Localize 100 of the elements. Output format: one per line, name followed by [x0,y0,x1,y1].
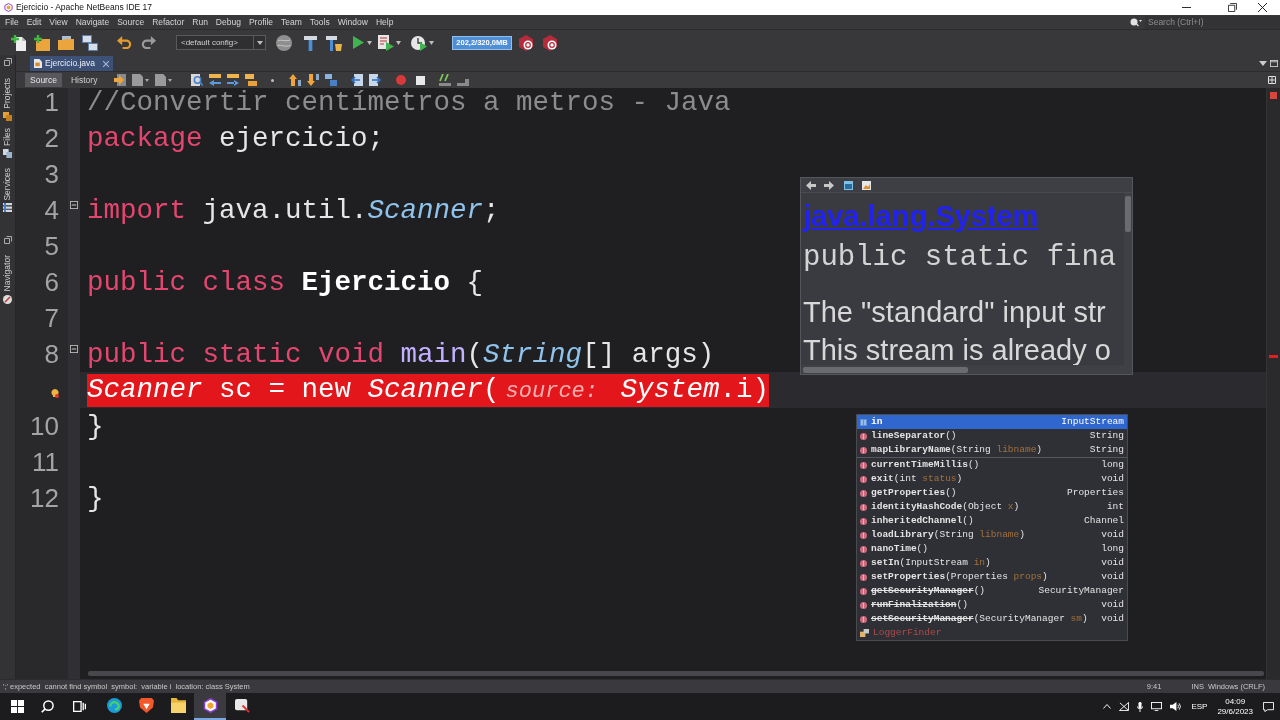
window-icon[interactable] [844,180,853,190]
search-icon[interactable] [41,700,54,713]
computers-icon[interactable] [82,34,98,51]
completion-item[interactable]: in InputStream [857,415,1127,429]
run-icon[interactable] [353,36,364,49]
undo-icon[interactable] [117,36,132,49]
caret-icon[interactable] [429,40,434,45]
slashed-triangle-icon[interactable] [1119,702,1130,711]
menu-item[interactable]: Profile [244,17,277,27]
close-icon[interactable] [1258,3,1267,12]
arrow-left-icon[interactable] [806,180,816,190]
search-icon[interactable] [191,74,204,86]
picture-icon[interactable] [862,180,871,190]
view-tab[interactable]: History [65,73,103,87]
redo-icon[interactable] [141,36,156,49]
menu-item[interactable]: Window [333,17,372,27]
task-view-icon[interactable] [73,701,86,712]
completion-item[interactable]: mapLibraryName(String libname) String [857,443,1127,457]
stop-icon[interactable] [416,75,426,85]
menu-item[interactable]: Run [188,17,212,27]
restore-window-icon[interactable] [3,236,12,245]
split-icon[interactable] [1268,76,1276,84]
caret-icon[interactable] [256,40,263,45]
restore-icon[interactable] [1228,3,1237,12]
dot-icon[interactable] [271,78,275,82]
document-icon[interactable] [132,74,144,86]
chevron-up-icon[interactable] [1103,704,1112,709]
completion-item[interactable]: nanoTime() long [857,542,1127,556]
start-icon[interactable] [11,700,24,713]
arrow-up-icon[interactable] [289,74,302,86]
configuration-dropdown[interactable]: <default config> [176,35,266,50]
search-field[interactable]: Search (Ctrl+I) [1145,15,1280,29]
arrow-right-icon[interactable] [227,74,240,86]
completion-item[interactable]: identityHashCode(Object x) int [857,500,1127,514]
maximize-icon[interactable] [1270,59,1278,67]
microphone-icon[interactable] [1137,701,1144,712]
menu-item[interactable]: Navigate [71,17,114,27]
caret-icon[interactable] [367,40,372,45]
completion-item[interactable]: inheritedChannel() Channel [857,514,1127,528]
completion-item[interactable]: currentTimeMillis() long [857,458,1127,472]
editor-tab[interactable]: Ejercicio.java [30,56,114,71]
horizontal-scrollbar[interactable] [88,670,1264,676]
menu-item[interactable]: Team [277,17,306,27]
comment-icon[interactable] [439,74,452,86]
hexagon-icon[interactable] [543,34,557,51]
side-tab[interactable]: Projects [3,78,12,121]
side-tab[interactable]: Services [3,167,12,213]
search-icon[interactable] [1130,17,1142,27]
completion-item[interactable]: setIn(InputStream in) void [857,556,1127,570]
horizontal-scrollbar[interactable] [801,365,1132,374]
menu-item[interactable]: Refactor [148,17,189,27]
arrow-right-icon[interactable] [824,180,834,190]
restore-window-icon[interactable] [3,58,12,66]
completion-item[interactable]: loadLibrary(String libname) void [857,528,1127,542]
fold-icon[interactable] [70,345,78,353]
side-tab[interactable]: Files [3,127,12,158]
folder-icon[interactable] [58,35,74,50]
completion-item[interactable]: runFinalization() void [857,598,1127,612]
menu-item[interactable]: Source [113,17,149,27]
taskbar-button[interactable] [194,693,226,720]
hammer-broom-icon[interactable] [326,34,342,51]
monitor-icon[interactable] [1151,702,1163,711]
hexagon-icon[interactable] [519,34,533,51]
globe-icon[interactable] [276,34,292,51]
document-icon[interactable] [155,74,167,86]
chat-icon[interactable] [1263,701,1274,712]
dropdown-icon[interactable] [1259,60,1267,66]
menu-item[interactable]: Debug [211,17,245,27]
outdent-icon[interactable] [351,74,364,86]
new-file-icon[interactable] [11,34,27,51]
highlight-icon[interactable] [245,74,258,86]
completion-item[interactable]: lineSeparator() String [857,429,1127,443]
debug-icon[interactable] [378,34,394,51]
completion-item[interactable]: exit(int status) void [857,472,1127,486]
blocks-icon[interactable] [325,74,338,86]
completion-item[interactable]: setProperties(Properties props) void [857,570,1127,584]
view-tab[interactable]: Source [25,73,62,87]
record-icon[interactable] [396,75,407,85]
side-tab[interactable]: Navigator [3,255,12,304]
caret-icon[interactable] [145,78,150,82]
caret-icon[interactable] [168,78,173,82]
menu-item[interactable]: File [1,17,23,27]
document-arrow-icon[interactable] [114,74,127,86]
menu-item[interactable]: View [45,17,72,27]
speaker-icon[interactable] [1170,702,1182,711]
completion-item[interactable]: getSecurityManager() SecurityManager [857,584,1127,598]
language-indicator[interactable]: ESP [1191,702,1208,711]
menu-item[interactable]: Help [371,17,398,27]
vertical-scrollbar[interactable] [1124,193,1132,365]
caret-icon[interactable] [396,40,401,45]
hammer-icon[interactable] [304,34,317,51]
menu-item[interactable]: Edit [22,17,46,27]
menu-item[interactable]: Tools [305,17,334,27]
indent-icon[interactable] [369,74,382,86]
arrow-down-icon[interactable] [307,74,320,86]
clock-icon[interactable] [411,34,427,51]
fold-icon[interactable] [70,201,78,209]
completion-item[interactable]: setSecurityManager(SecurityManager sm) void [857,612,1127,626]
new-folder-icon[interactable] [34,34,50,51]
completion-item[interactable]: getProperties() Properties [857,486,1127,500]
